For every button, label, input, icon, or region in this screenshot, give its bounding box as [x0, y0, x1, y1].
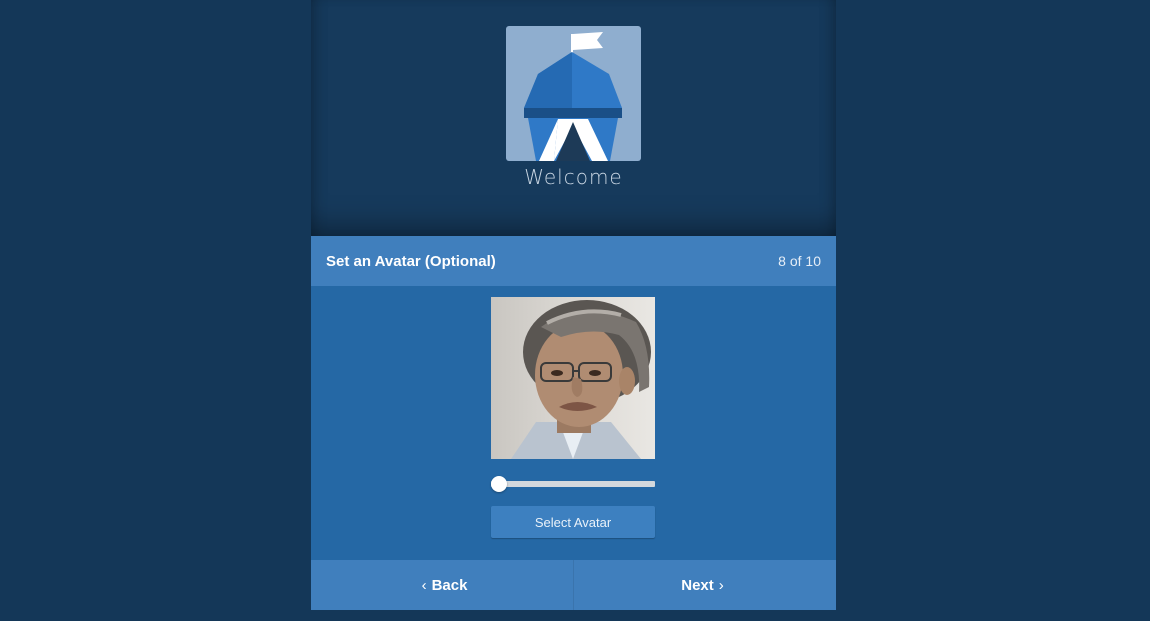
back-button[interactable]: ‹ Back — [311, 560, 574, 610]
avatar-photo — [511, 300, 651, 459]
app-window: Welcome Set an Avatar (Optional) 8 of 10 — [0, 0, 1150, 621]
step-header: Set an Avatar (Optional) 8 of 10 — [311, 236, 836, 286]
welcome-hero: Welcome — [311, 0, 836, 236]
chevron-left-icon: ‹ — [421, 576, 427, 594]
next-button[interactable]: Next › — [574, 560, 836, 610]
chevron-right-icon: › — [718, 576, 724, 594]
avatar-section: Select Avatar — [311, 286, 836, 560]
back-label: Back — [431, 576, 468, 594]
avatar-preview — [491, 297, 655, 459]
step-title: Set an Avatar (Optional) — [326, 252, 496, 270]
step-counter: 8 of 10 — [778, 253, 821, 269]
next-label: Next — [681, 576, 714, 594]
avatar-zoom-slider[interactable] — [491, 476, 655, 492]
slider-thumb[interactable] — [491, 476, 507, 492]
app-logo-icon — [506, 26, 641, 161]
welcome-title: Welcome — [524, 165, 623, 189]
onboarding-panel: Welcome Set an Avatar (Optional) 8 of 10 — [311, 0, 836, 610]
slider-track[interactable] — [491, 481, 655, 487]
select-avatar-button[interactable]: Select Avatar — [491, 506, 655, 538]
wizard-footer: ‹ Back Next › — [311, 560, 836, 610]
